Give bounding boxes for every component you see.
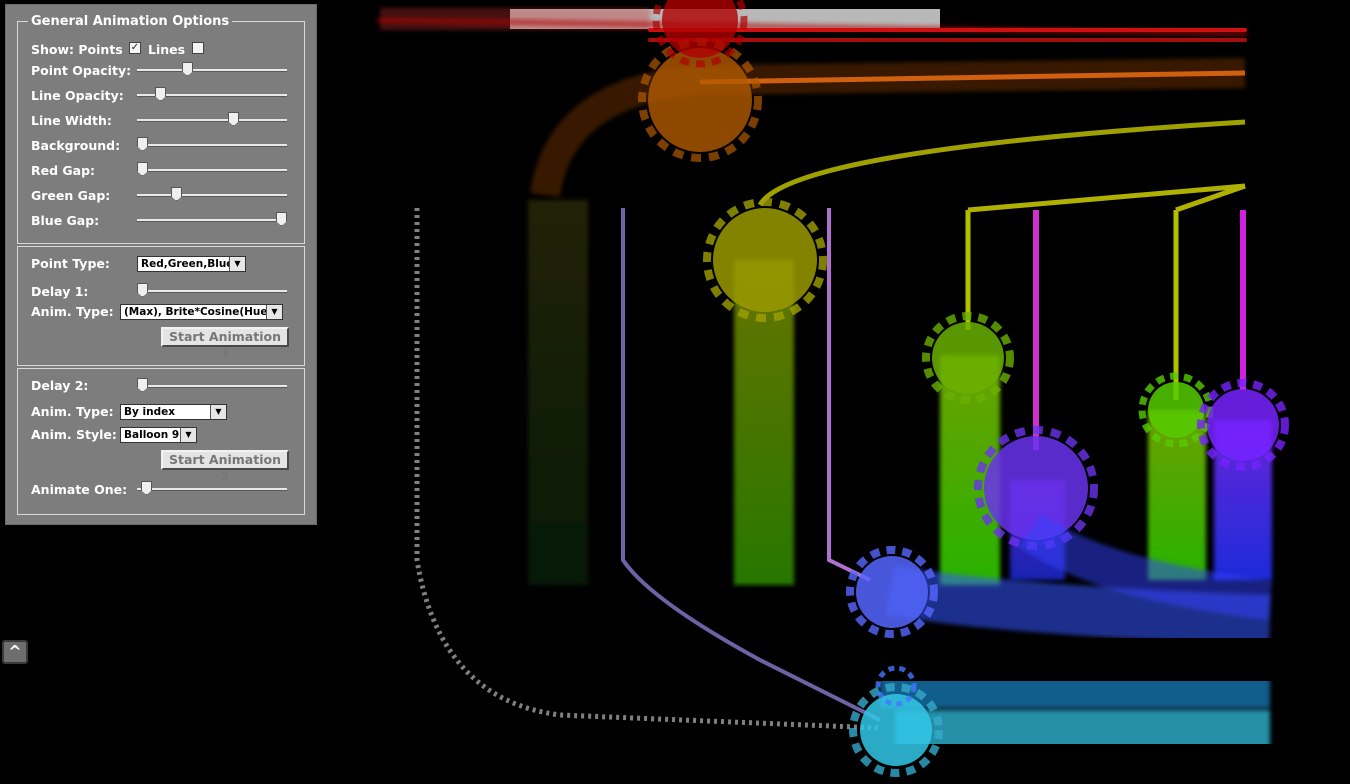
anim-type-2-label: Anim. Type: (31, 404, 114, 419)
trail-cyan (879, 671, 1270, 761)
point-type-select[interactable]: Red,Green,Blue ▼ (137, 256, 246, 272)
start-animation-2-button[interactable]: Start Animation 2 (161, 450, 289, 483)
point-type-label: Point Type: (31, 256, 110, 271)
anim-type-1-select[interactable]: (Max), Brite*Cosine(Hue)) ▼ (120, 304, 283, 320)
option-slider-3[interactable] (137, 137, 287, 151)
slider-label-6: Blue Gap: (31, 213, 100, 228)
slider-label-0: Point Opacity: (31, 63, 132, 78)
delay-2-label: Delay 2: (31, 378, 89, 393)
dropdown-arrow-icon: ▼ (180, 428, 196, 442)
control-panel: General Animation Options Show: Points ✓… (5, 4, 317, 525)
anim-style-label: Anim. Style: (31, 427, 117, 442)
slider-label-5: Green Gap: (31, 188, 111, 203)
check-icon: ✓ (130, 42, 140, 53)
point-type-value: Red,Green,Blue (141, 258, 234, 270)
delay-2-slider[interactable] (137, 378, 287, 392)
animate-one-label: Animate One: (31, 482, 128, 497)
anim-type-1-label: Anim. Type: (31, 304, 114, 319)
slider-thumb[interactable] (141, 481, 152, 495)
column-group-1 (703, 198, 827, 585)
show-points-label: Show: Points (31, 42, 123, 57)
dark-columns (528, 200, 588, 585)
slider-label-1: Line Opacity: (31, 88, 124, 103)
option-slider-5[interactable] (137, 187, 287, 201)
slider-thumb[interactable] (137, 283, 148, 297)
slider-thumb[interactable] (137, 162, 148, 176)
dropdown-arrow-icon: ▼ (210, 405, 226, 419)
option-slider-6[interactable] (137, 212, 287, 226)
general-options-legend: General Animation Options (31, 14, 230, 29)
slider-label-4: Red Gap: (31, 163, 96, 178)
delay-1-label: Delay 1: (31, 284, 89, 299)
slider-thumb[interactable] (155, 87, 166, 101)
slider-thumb[interactable] (182, 62, 193, 76)
option-slider-1[interactable] (137, 87, 287, 101)
dropdown-arrow-icon: ▼ (266, 305, 282, 319)
slider-thumb[interactable] (137, 137, 148, 151)
animate-one-slider[interactable] (137, 481, 287, 495)
slider-thumb[interactable] (137, 378, 148, 392)
anim-style-select[interactable]: Balloon 9 ▼ (120, 427, 197, 443)
lines-label: Lines (148, 42, 186, 57)
option-slider-0[interactable] (137, 62, 287, 76)
violet-line-2 (827, 208, 871, 582)
balloon-orange (638, 38, 762, 162)
delay-1-slider[interactable] (137, 283, 287, 297)
slider-label-2: Line Width: (31, 113, 112, 128)
anim-type-2-value: By index (124, 406, 175, 418)
points-checkbox[interactable]: ✓ (129, 42, 141, 54)
anim-type-1-value: (Max), Brite*Cosine(Hue)) (124, 306, 278, 318)
slider-label-3: Background: (31, 138, 121, 153)
anim-type-2-select[interactable]: By index ▼ (120, 404, 227, 420)
option-slider-2[interactable] (137, 112, 287, 126)
option-slider-4[interactable] (137, 162, 287, 176)
dropdown-arrow-icon: ▼ (229, 257, 245, 271)
slider-thumb[interactable] (171, 187, 182, 201)
caret-up-icon: ^ (8, 642, 22, 661)
start-animation-1-button[interactable]: Start Animation 1 (161, 327, 289, 360)
slider-thumb[interactable] (276, 212, 287, 226)
lines-checkbox[interactable] (192, 42, 204, 54)
anim-style-value: Balloon 9 (124, 429, 180, 441)
panel-toggle-button[interactable]: ^ (2, 640, 28, 664)
balloon-red (652, 0, 748, 68)
balloon-blue (846, 546, 938, 638)
column-group-5 (1197, 210, 1289, 580)
grey-dot-arc (414, 208, 881, 731)
slider-thumb[interactable] (228, 112, 239, 126)
